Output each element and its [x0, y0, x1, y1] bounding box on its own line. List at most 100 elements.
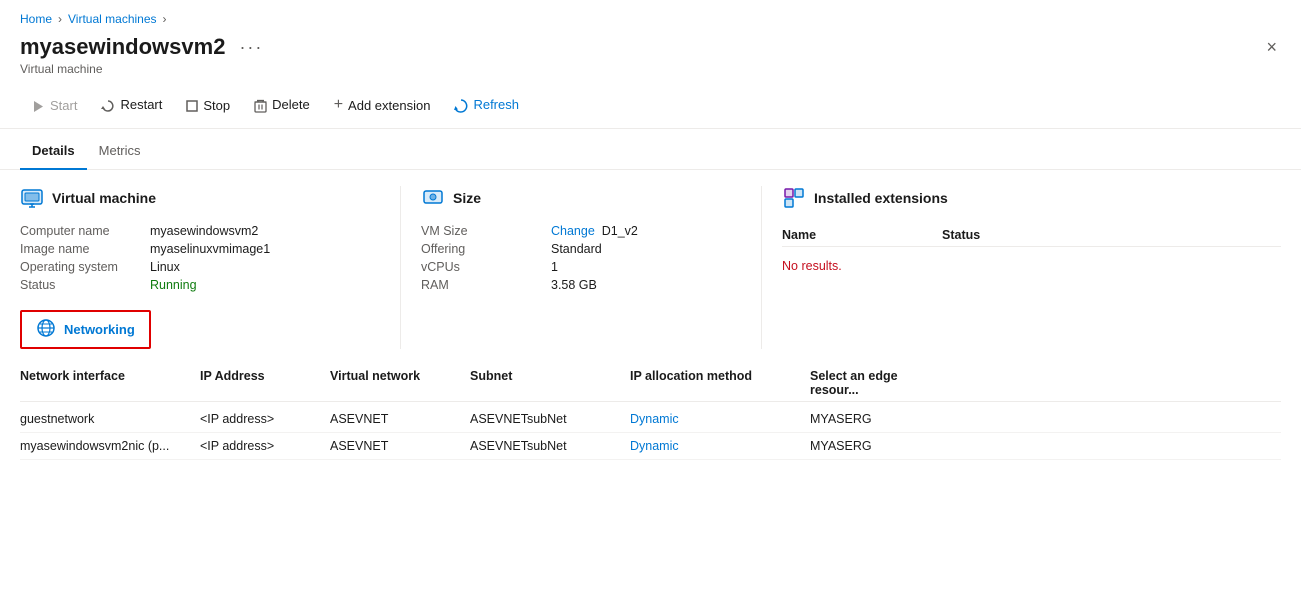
- tab-details[interactable]: Details: [20, 133, 87, 170]
- vm-size-row: VM Size Change D1_v2: [421, 224, 741, 238]
- vm-size-row-content: Change D1_v2: [551, 224, 638, 238]
- net-header-ip: IP Address: [200, 369, 330, 397]
- more-button[interactable]: ···: [235, 36, 267, 58]
- image-name-row: Image name myaselinuxvmimage1: [20, 242, 380, 256]
- restart-icon: [101, 97, 115, 113]
- page-subtitle: Virtual machine: [20, 62, 267, 76]
- net-row-2: myasewindowsvm2nic (p... <IP address> AS…: [20, 433, 1281, 460]
- size-icon: [421, 186, 445, 210]
- play-icon: [32, 97, 45, 113]
- size-details-table: VM Size Change D1_v2 Offering Standard v…: [421, 224, 741, 292]
- os-label: Operating system: [20, 260, 150, 274]
- extensions-section: Installed extensions Name Status No resu…: [782, 186, 1281, 349]
- refresh-label: Refresh: [473, 97, 519, 112]
- vm-section-title: Virtual machine: [52, 190, 156, 206]
- net-row1-vn: ASEVNET: [330, 412, 470, 426]
- extensions-section-header: Installed extensions: [782, 186, 1281, 210]
- os-row: Operating system Linux: [20, 260, 380, 274]
- ext-status-header: Status: [942, 228, 1042, 242]
- image-name-value: myaselinuxvmimage1: [150, 242, 270, 256]
- ext-name-header: Name: [782, 228, 942, 242]
- net-header-er: Select an edge resour...: [810, 369, 930, 397]
- net-row2-sn: ASEVNETsubNet: [470, 439, 630, 453]
- refresh-button[interactable]: Refresh: [442, 91, 531, 119]
- status-row: Status Running: [20, 278, 380, 292]
- breadcrumb: Home › Virtual machines ›: [0, 0, 1301, 30]
- ram-value: 3.58 GB: [551, 278, 597, 292]
- offering-value: Standard: [551, 242, 602, 256]
- size-section: Size VM Size Change D1_v2 Offering Stand…: [421, 186, 741, 349]
- vcpu-row: vCPUs 1: [421, 260, 741, 274]
- computer-name-row: Computer name myasewindowsvm2: [20, 224, 380, 238]
- breadcrumb-sep-1: ›: [58, 12, 62, 26]
- vm-section: Virtual machine Computer name myasewindo…: [20, 186, 380, 349]
- net-row1-iam: Dynamic: [630, 412, 810, 426]
- networking-section: Network interface IP Address Virtual net…: [20, 365, 1281, 460]
- stop-icon: [186, 97, 198, 113]
- os-value: Linux: [150, 260, 180, 274]
- add-extension-label: Add extension: [348, 98, 430, 113]
- net-row1-ni: guestnetwork: [20, 412, 200, 426]
- ram-label: RAM: [421, 278, 551, 292]
- divider-1: [400, 186, 401, 349]
- extensions-table-header: Name Status: [782, 224, 1281, 247]
- title-row: myasewindowsvm2 ···: [20, 34, 267, 60]
- start-label: Start: [50, 98, 77, 113]
- net-header-ni: Network interface: [20, 369, 200, 397]
- add-extension-button[interactable]: + Add extension: [322, 90, 443, 120]
- restart-label: Restart: [120, 97, 162, 112]
- net-header-iam: IP allocation method: [630, 369, 810, 397]
- image-name-label: Image name: [20, 242, 150, 256]
- stop-button[interactable]: Stop: [174, 91, 242, 119]
- net-row1-ip: <IP address>: [200, 412, 330, 426]
- breadcrumb-virtual-machines[interactable]: Virtual machines: [68, 12, 157, 26]
- net-row2-er: MYASERG: [810, 439, 930, 453]
- vm-details-table: Computer name myasewindowsvm2 Image name…: [20, 224, 380, 292]
- vm-icon: [20, 186, 44, 210]
- status-value: Running: [150, 278, 197, 292]
- vcpu-value: 1: [551, 260, 558, 274]
- net-row2-vn: ASEVNET: [330, 439, 470, 453]
- top-sections: Virtual machine Computer name myasewindo…: [20, 186, 1281, 349]
- title-section: myasewindowsvm2 ··· Virtual machine: [20, 34, 267, 76]
- net-header-sn: Subnet: [470, 369, 630, 397]
- size-section-header: Size: [421, 186, 741, 210]
- offering-label: Offering: [421, 242, 551, 256]
- net-row2-ni: myasewindowsvm2nic (p...: [20, 439, 200, 453]
- ram-row: RAM 3.58 GB: [421, 278, 741, 292]
- start-button[interactable]: Start: [20, 91, 89, 119]
- page: Home › Virtual machines › myasewindowsvm…: [0, 0, 1301, 596]
- tab-metrics[interactable]: Metrics: [87, 133, 153, 170]
- vm-size-value: D1_v2: [602, 224, 638, 238]
- networking-box[interactable]: Networking: [20, 310, 151, 349]
- vm-size-label: VM Size: [421, 224, 551, 238]
- no-results-text: No results.: [782, 251, 1281, 281]
- change-link[interactable]: Change: [551, 224, 595, 238]
- status-label: Status: [20, 278, 150, 292]
- plus-icon: +: [334, 96, 343, 114]
- restart-button[interactable]: Restart: [89, 91, 174, 119]
- breadcrumb-home[interactable]: Home: [20, 12, 52, 26]
- page-title: myasewindowsvm2: [20, 34, 225, 60]
- vm-section-header: Virtual machine: [20, 186, 380, 210]
- divider-2: [761, 186, 762, 349]
- toolbar: Start Restart Stop: [0, 84, 1301, 129]
- offering-row: Offering Standard: [421, 242, 741, 256]
- delete-label: Delete: [272, 97, 310, 112]
- close-button[interactable]: ×: [1262, 34, 1281, 60]
- extensions-section-title: Installed extensions: [814, 190, 948, 206]
- extensions-icon: [782, 186, 806, 210]
- net-row1-er: MYASERG: [810, 412, 930, 426]
- breadcrumb-sep-2: ›: [163, 12, 167, 26]
- delete-button[interactable]: Delete: [242, 91, 322, 119]
- networking-label: Networking: [64, 322, 135, 337]
- header: myasewindowsvm2 ··· Virtual machine ×: [0, 30, 1301, 84]
- networking-icon: [36, 318, 56, 341]
- tabs: Details Metrics: [0, 133, 1301, 170]
- vcpu-label: vCPUs: [421, 260, 551, 274]
- delete-icon: [254, 97, 267, 113]
- computer-name-value: myasewindowsvm2: [150, 224, 258, 238]
- computer-name-label: Computer name: [20, 224, 150, 238]
- size-section-title: Size: [453, 190, 481, 206]
- net-table-header: Network interface IP Address Virtual net…: [20, 365, 1281, 402]
